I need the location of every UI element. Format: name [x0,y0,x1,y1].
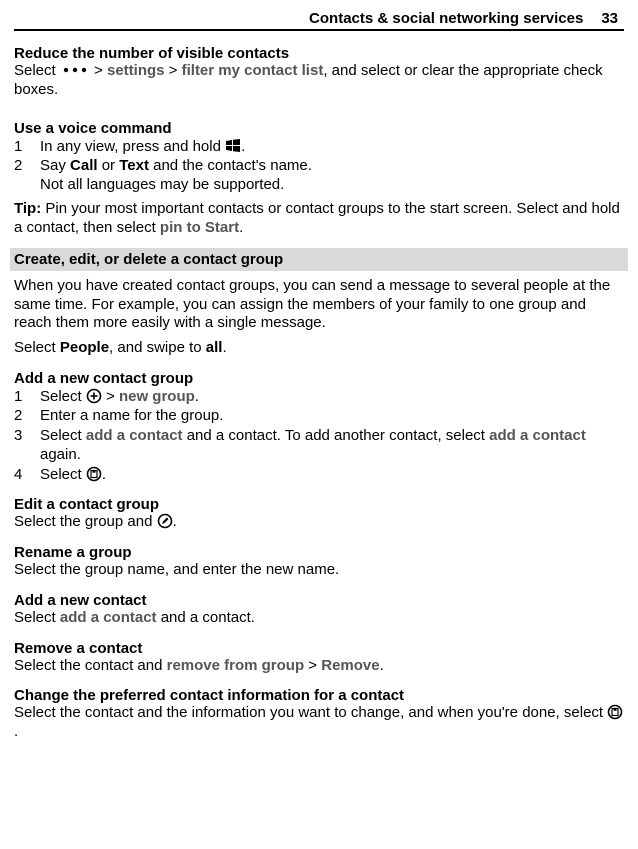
text: People [60,339,109,356]
text: add a contact [60,609,157,626]
change-pref-body: Select the contact and the information y… [14,704,624,742]
list-body: Select > new group. [40,387,624,407]
text: Select the contact and the information y… [14,704,607,721]
list-num: 2 [14,156,40,176]
text: pin to Start [160,219,239,236]
text: Select [40,388,86,405]
remove-body: Select the contact and remove from group… [14,657,624,676]
text: Select [40,427,86,444]
list-num: 1 [14,387,40,407]
text: . [239,219,243,236]
text: Select [40,466,86,483]
text: Pin your most important contacts or cont… [14,200,620,236]
list-item: 3 Select add a contact and a contact. To… [14,426,624,465]
edit-group-body: Select the group and . [14,513,624,532]
list-num: 1 [14,137,40,157]
list-item: 1 Select > new group. [14,387,624,407]
section-reduce-title: Reduce the number of visible contacts [14,45,624,62]
list-num: 4 [14,465,40,485]
list-item: 1 In any view, press and hold . [14,137,624,157]
text: Select the contact and [14,657,167,674]
text: again. [40,446,81,463]
windows-icon [225,139,241,153]
list-item: 4 Select . [14,465,624,485]
save-disk-icon [607,704,623,720]
text: Select [14,609,60,626]
more-icon [60,65,90,75]
header-title: Contacts & social networking services [309,10,583,27]
save-disk-icon [86,466,102,482]
text: all [206,339,223,356]
tip-block: Tip: Pin your most important contacts or… [14,200,624,238]
voice-note: Not all languages may be supported. [40,176,624,195]
list-body: Select add a contact and a contact. To a… [40,426,624,465]
add-contact-body: Select add a contact and a contact. [14,609,624,628]
list-body: In any view, press and hold . [40,137,624,157]
text: , and swipe to [109,339,206,356]
text: and a contact. [157,609,255,626]
tip-label: Tip: [14,200,41,217]
add-group-steps: 1 Select > new group. 2 Enter a name for… [14,387,624,485]
text: Select [14,339,60,356]
section-rename-title: Rename a group [14,544,624,561]
page-number: 33 [601,10,618,27]
text: In any view, press and hold [40,138,225,155]
section-add-contact-title: Add a new contact [14,592,624,609]
select-people-line: Select People, and swipe to all. [14,339,624,358]
text: or [98,157,120,174]
list-item: 2 Say Call or Text and the contact's nam… [14,156,624,176]
section-edit-group-title: Edit a contact group [14,496,624,513]
text: Text [119,157,149,174]
text: and a contact. To add another contact, s… [183,427,490,444]
text: add a contact [86,427,183,444]
text: Select the group and [14,513,157,530]
text: Remove [321,657,379,674]
page-root: Contacts & social networking services 33… [0,0,638,762]
text: new group [119,388,195,405]
section-band-create-edit-delete: Create, edit, or delete a contact group [10,248,628,271]
list-num: 2 [14,406,40,426]
text: . [380,657,384,674]
section-voice-title: Use a voice command [14,120,624,137]
section-change-pref-title: Change the preferred contact information… [14,687,624,704]
section-remove-title: Remove a contact [14,640,624,657]
text: settings [107,62,165,79]
edit-pencil-icon [157,513,173,529]
text: remove from group [167,657,305,674]
list-item: 2 Enter a name for the group. [14,406,624,426]
section-add-group-title: Add a new contact group [14,370,624,387]
list-body: Enter a name for the group. [40,406,624,426]
rename-body: Select the group name, and enter the new… [14,561,624,580]
list-num: 3 [14,426,40,465]
text: and the contact's name. [149,157,312,174]
text: filter my contact list [182,62,324,79]
text: Say [40,157,70,174]
voice-steps: 1 In any view, press and hold . 2 Say Ca… [14,137,624,176]
list-body: Select . [40,465,624,485]
text: Call [70,157,98,174]
plus-circle-icon [86,388,102,404]
page-header: Contacts & social networking services 33 [14,10,624,31]
create-edit-intro: When you have created contact groups, yo… [14,277,624,333]
section-reduce-body: Select > settings > filter my contact li… [14,62,624,100]
list-body: Say Call or Text and the contact's name. [40,156,624,176]
text: add a contact [489,427,586,444]
text: . [222,339,226,356]
text: Select [14,62,56,79]
